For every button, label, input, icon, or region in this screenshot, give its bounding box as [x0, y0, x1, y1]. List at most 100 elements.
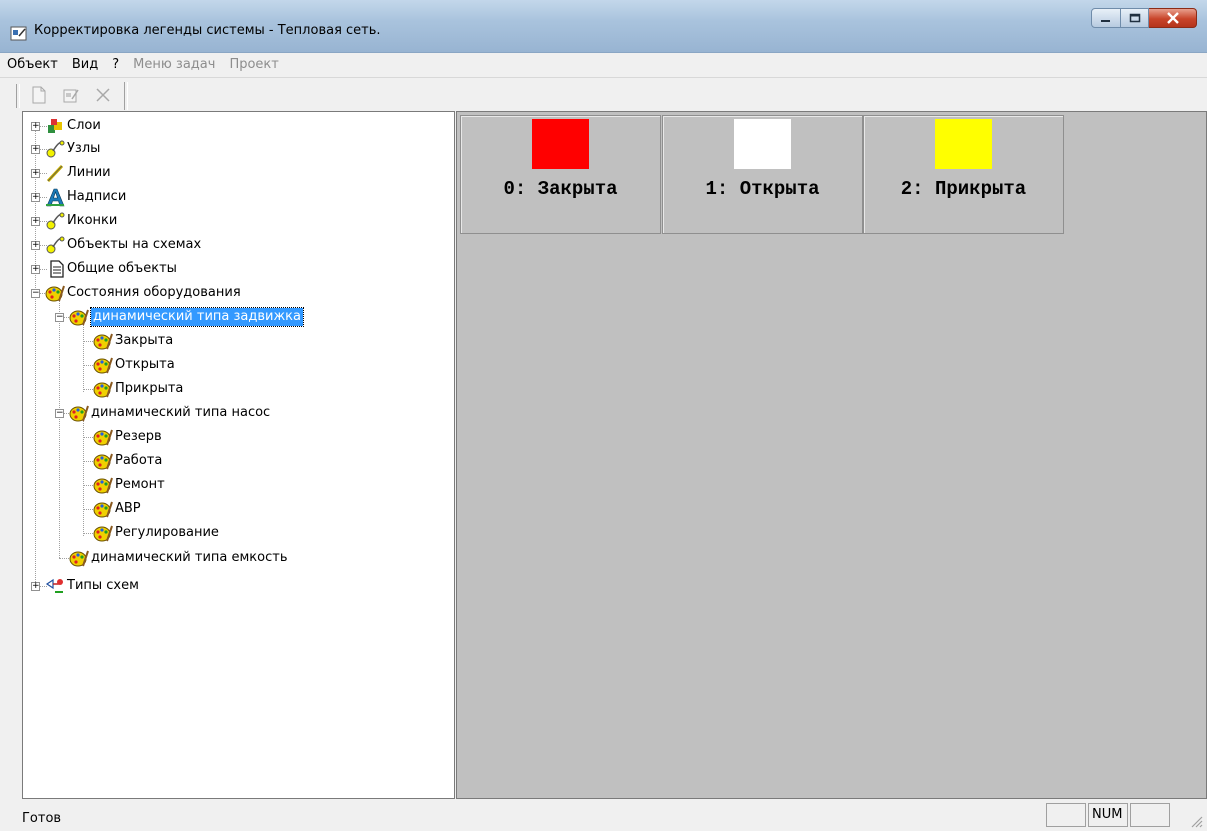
- toolbar-grip[interactable]: [16, 84, 20, 108]
- tree-item-label: Закрыта: [115, 333, 174, 348]
- tree-item-label: Регулирование: [115, 525, 219, 540]
- tree-item-regulation[interactable]: Регулирование: [23, 522, 443, 544]
- delete-button[interactable]: [92, 84, 114, 106]
- tree-item-valve-type[interactable]: − динамический типа задвижка: [23, 306, 443, 328]
- tree-item-work[interactable]: Работа: [23, 450, 443, 472]
- tree-item-label: Открыта: [115, 357, 175, 372]
- tree-item-closed[interactable]: Закрыта: [23, 330, 443, 352]
- new-button[interactable]: [28, 84, 50, 106]
- tree-item-label: Иконки: [67, 213, 118, 228]
- scheme-types-icon: [45, 578, 63, 593]
- status-indicator-caps: [1046, 803, 1086, 827]
- tree-item-labels[interactable]: + Надписи: [23, 186, 443, 208]
- resize-grip-icon[interactable]: [1189, 814, 1203, 828]
- legend-label: 1: Открыта: [705, 178, 820, 200]
- tree-item-label: Линии: [67, 165, 111, 180]
- menu-tasks[interactable]: Меню задач: [126, 54, 222, 76]
- legend-view[interactable]: 0: Закрыта 1: Открыта 2: Прикрыта: [456, 111, 1207, 799]
- legend-tree[interactable]: + Слои + Узлы + Линии + Надписи + Иконки…: [22, 111, 455, 799]
- tree-item-layers[interactable]: + Слои: [23, 115, 443, 137]
- text-A-icon: [46, 188, 65, 207]
- toolbar-separator: [124, 82, 128, 110]
- app-icon: [10, 26, 27, 41]
- expand-icon[interactable]: +: [31, 241, 40, 250]
- tree-item-label: динамический типа насос: [91, 405, 271, 420]
- tree-item-scheme-types[interactable]: + Типы схем: [23, 575, 443, 597]
- window-controls: [1091, 8, 1197, 30]
- tree-item-label: АВР: [115, 501, 141, 516]
- delete-icon: [96, 88, 110, 102]
- status-bar: Готов NUM: [0, 800, 1207, 831]
- legend-cell-half-closed[interactable]: 2: Прикрыта: [863, 115, 1064, 234]
- tree-item-label: Резерв: [115, 429, 162, 444]
- legend-swatch: [935, 119, 992, 169]
- tree-item-nodes[interactable]: + Узлы: [23, 138, 443, 160]
- palette-icon: [93, 453, 113, 470]
- palette-icon: [93, 429, 113, 446]
- legend-cell-closed[interactable]: 0: Закрыта: [460, 115, 661, 234]
- status-text: Готов: [22, 811, 62, 826]
- tree-item-avr[interactable]: АВР: [23, 498, 443, 520]
- menu-object[interactable]: Объект: [0, 54, 65, 76]
- collapse-icon[interactable]: −: [55, 313, 64, 322]
- tree-item-open[interactable]: Открыта: [23, 354, 443, 376]
- expand-icon[interactable]: +: [31, 217, 40, 226]
- new-document-icon: [32, 86, 46, 104]
- tree-item-equipment-states[interactable]: − Состояния оборудования: [23, 282, 443, 304]
- toolbar: [0, 77, 1207, 110]
- expand-icon[interactable]: +: [31, 145, 40, 154]
- tree-item-reserve[interactable]: Резерв: [23, 426, 443, 448]
- palette-icon: [69, 405, 89, 422]
- menu-project[interactable]: Проект: [222, 54, 285, 76]
- node-icon: [46, 212, 65, 230]
- line-icon: [46, 164, 64, 183]
- layers-icon: [48, 119, 62, 133]
- legend-swatch: [734, 119, 791, 169]
- palette-icon: [93, 477, 113, 494]
- tree-item-repair[interactable]: Ремонт: [23, 474, 443, 496]
- legend-label: 2: Прикрыта: [900, 178, 1027, 200]
- tree-item-tank-type[interactable]: динамический типа емкость: [23, 547, 443, 569]
- title-bar[interactable]: Корректировка легенды системы - Тепловая…: [0, 0, 1207, 53]
- palette-icon: [93, 501, 113, 518]
- tree-item-label: Узлы: [67, 141, 101, 156]
- expand-icon[interactable]: +: [31, 193, 40, 202]
- expand-icon[interactable]: +: [31, 265, 40, 274]
- expand-icon[interactable]: +: [31, 122, 40, 131]
- expand-icon[interactable]: +: [31, 169, 40, 178]
- tree-item-half-closed[interactable]: Прикрыта: [23, 378, 443, 400]
- status-indicator-scroll: [1130, 803, 1170, 827]
- collapse-icon[interactable]: −: [55, 409, 64, 418]
- tree-item-scheme-objects[interactable]: + Объекты на схемах: [23, 234, 443, 256]
- document-icon: [50, 260, 64, 278]
- palette-icon: [93, 381, 113, 398]
- tree-item-common-objects[interactable]: + Общие объекты: [23, 258, 443, 280]
- legend-swatch: [532, 119, 589, 169]
- tree-item-label: Ремонт: [115, 477, 165, 492]
- properties-button[interactable]: [60, 84, 82, 106]
- expand-icon[interactable]: +: [31, 582, 40, 591]
- menu-help[interactable]: ?: [105, 54, 126, 76]
- palette-icon: [93, 525, 113, 542]
- close-button[interactable]: [1149, 8, 1197, 28]
- palette-icon: [93, 357, 113, 374]
- maximize-button[interactable]: [1121, 8, 1149, 28]
- collapse-icon[interactable]: −: [31, 289, 40, 298]
- properties-icon: [63, 89, 79, 103]
- tree-item-icons[interactable]: + Иконки: [23, 210, 443, 232]
- status-indicator-num: NUM: [1088, 803, 1128, 827]
- minimize-button[interactable]: [1091, 8, 1121, 28]
- tree-item-lines[interactable]: + Линии: [23, 162, 443, 184]
- tree-item-label: Общие объекты: [67, 261, 177, 276]
- tree-item-label: динамический типа емкость: [91, 550, 288, 565]
- tree-item-label: Надписи: [67, 189, 127, 204]
- palette-icon: [93, 333, 113, 350]
- tree-item-label: Состояния оборудования: [67, 285, 241, 300]
- menu-bar: Объект Вид ? Меню задач Проект: [0, 54, 1207, 76]
- tree-item-label: Типы схем: [67, 578, 139, 593]
- window-title: Корректировка легенды системы - Тепловая…: [34, 23, 381, 38]
- menu-view[interactable]: Вид: [65, 54, 105, 76]
- tree-item-pump-type[interactable]: − динамический типа насос: [23, 402, 443, 424]
- legend-cell-open[interactable]: 1: Открыта: [662, 115, 863, 234]
- tree-item-label: Прикрыта: [115, 381, 184, 396]
